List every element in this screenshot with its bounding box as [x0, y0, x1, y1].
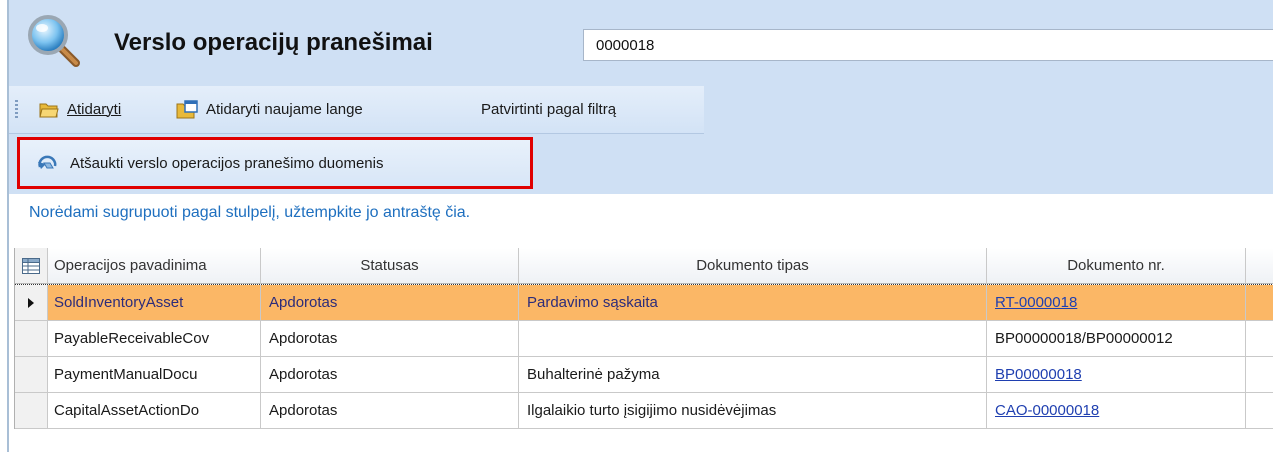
row-indicator[interactable] — [15, 285, 48, 321]
cell-empty — [1246, 357, 1273, 393]
data-grid: Operacijos pavadinima Statusas Dokumento… — [14, 248, 1273, 429]
table-row[interactable]: PayableReceivableCov Apdorotas BP0000001… — [15, 321, 1273, 357]
cell-document-number[interactable]: BP00000018/BP00000012 — [987, 321, 1246, 357]
cell-document-number[interactable]: BP00000018 — [987, 357, 1246, 393]
cell-empty — [1246, 321, 1273, 357]
open-new-window-button[interactable]: Atidaryti naujame lange — [176, 86, 363, 133]
cell-operation[interactable]: SoldInventoryAsset — [48, 285, 261, 321]
confirm-by-filter-label: Patvirtinti pagal filtrą — [481, 101, 617, 118]
cell-document-type[interactable]: Ilgalaikio turto įsigijimo nusidėvėjimas — [519, 393, 987, 429]
row-pointer-icon — [28, 297, 34, 308]
magnifier-icon — [28, 15, 80, 67]
table-row[interactable]: CapitalAssetActionDo Apdorotas Ilgalaiki… — [15, 393, 1273, 429]
document-number-link[interactable]: RT-0000018 — [995, 294, 1077, 311]
cell-empty — [1246, 393, 1273, 429]
open-button[interactable]: Atidaryti — [39, 86, 121, 133]
cancel-data-label: Atšaukti verslo operacijos pranešimo duo… — [70, 154, 384, 172]
row-indicator[interactable] — [15, 357, 48, 393]
cell-operation[interactable]: PayableReceivableCov — [48, 321, 261, 357]
cell-status[interactable]: Apdorotas — [261, 357, 519, 393]
confirm-by-filter-button[interactable]: Patvirtinti pagal filtrą — [481, 86, 616, 133]
table-icon — [22, 257, 40, 274]
row-indicator[interactable] — [15, 321, 48, 357]
cell-operation[interactable]: CapitalAssetActionDo — [48, 393, 261, 429]
column-header-empty — [1246, 248, 1273, 284]
main-toolbar: Atidaryti Atidaryti naujame lange Patvir… — [9, 86, 704, 134]
cell-status[interactable]: Apdorotas — [261, 321, 519, 357]
column-header-document-type[interactable]: Dokumento tipas — [519, 248, 987, 284]
cell-operation[interactable]: PaymentManualDocu — [48, 357, 261, 393]
page-title: Verslo operacijų pranešimai — [114, 29, 433, 56]
cell-document-number[interactable]: RT-0000018 — [987, 285, 1246, 321]
cell-document-type[interactable]: Pardavimo sąskaita — [519, 285, 987, 321]
table-row[interactable]: SoldInventoryAsset Apdorotas Pardavimo s… — [15, 284, 1273, 321]
document-number-link[interactable]: BP00000018 — [995, 366, 1082, 383]
open-new-window-label: Atidaryti naujame lange — [206, 101, 363, 118]
grid-header-row: Operacijos pavadinima Statusas Dokumento… — [15, 248, 1273, 284]
group-by-hint: Norėdami sugrupuoti pagal stulpelį, užte… — [29, 204, 471, 221]
cancel-data-button[interactable]: Atšaukti verslo operacijos pranešimo duo… — [17, 137, 533, 189]
undo-icon — [38, 155, 57, 169]
cell-document-type[interactable]: Buhalterinė pažyma — [519, 357, 987, 393]
cell-status[interactable]: Apdorotas — [261, 393, 519, 429]
cell-empty — [1246, 285, 1273, 321]
cell-status[interactable]: Apdorotas — [261, 285, 519, 321]
search-input[interactable] — [583, 29, 1273, 61]
header-panel: Verslo operacijų pranešimai — [9, 0, 1273, 87]
document-number-link[interactable]: CAO-00000018 — [995, 402, 1099, 419]
cell-document-type[interactable] — [519, 321, 987, 357]
folder-open-icon — [39, 103, 59, 117]
row-indicator[interactable] — [15, 393, 48, 429]
cell-document-number[interactable]: CAO-00000018 — [987, 393, 1246, 429]
toolbar-grip-handle[interactable] — [15, 100, 18, 120]
column-chooser-button[interactable] — [15, 248, 48, 284]
column-header-document-number[interactable]: Dokumento nr. — [987, 248, 1246, 284]
table-row[interactable]: PaymentManualDocu Apdorotas Buhalterinė … — [15, 357, 1273, 393]
open-button-label: Atidaryti — [67, 101, 122, 118]
column-header-operation[interactable]: Operacijos pavadinima — [48, 248, 261, 284]
column-header-status[interactable]: Statusas — [261, 248, 519, 284]
folder-new-window-icon — [176, 99, 198, 118]
